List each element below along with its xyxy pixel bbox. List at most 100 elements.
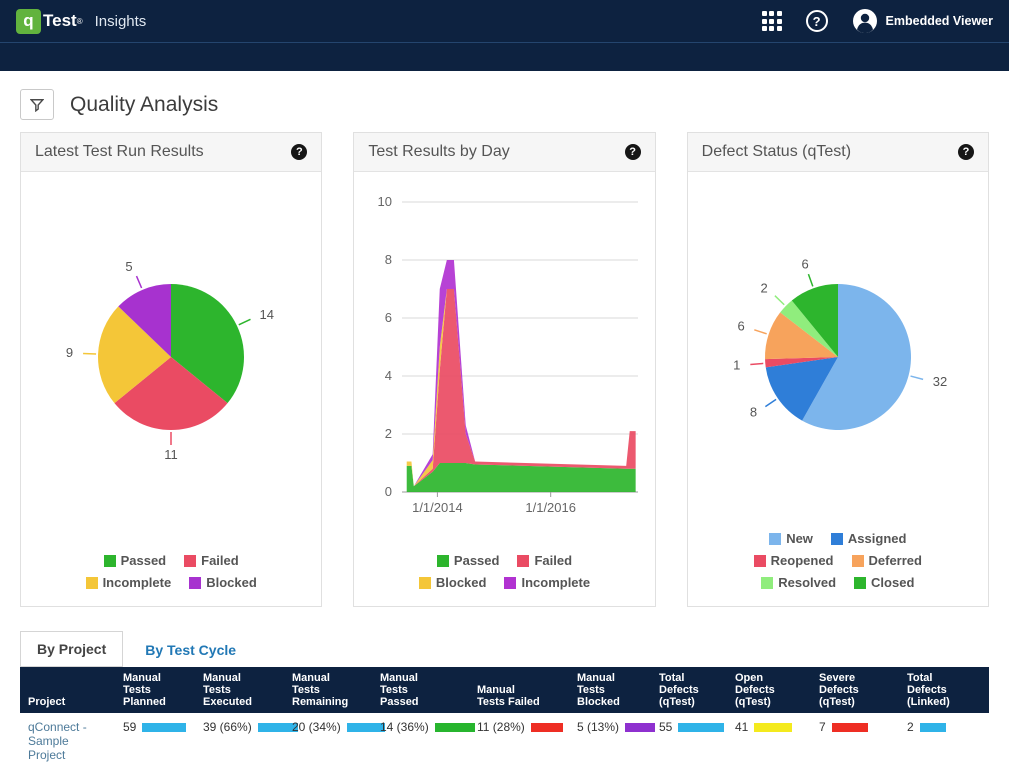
metric-value: 55 — [659, 720, 672, 734]
legend-item-deferred[interactable]: Deferred — [852, 553, 922, 568]
legend-label: Failed — [201, 553, 239, 568]
column-header[interactable]: Project — [20, 667, 115, 713]
metric-bar — [347, 723, 385, 732]
legend-label: Failed — [534, 553, 572, 568]
svg-text:2: 2 — [760, 281, 767, 296]
column-header[interactable]: Manual Tests Blocked — [569, 667, 651, 713]
svg-text:11: 11 — [164, 447, 178, 462]
metric-cell: 14 (36%) — [372, 713, 469, 769]
legend-item-failed[interactable]: Failed — [184, 553, 239, 568]
column-header[interactable]: Open Defects (qTest) — [727, 667, 811, 713]
legend-swatch-icon — [517, 555, 529, 567]
metric-cell: 5 (13%) — [569, 713, 651, 769]
app-name: Insights — [95, 13, 147, 30]
pie-chart[interactable]: 141195 — [21, 172, 321, 524]
title-row: Quality Analysis — [20, 89, 1009, 120]
legend-label: Incomplete — [521, 575, 590, 590]
table-tabs: By Project By Test Cycle — [20, 631, 1009, 667]
help-icon[interactable]: ? — [806, 10, 828, 32]
column-header[interactable]: Manual Tests Failed — [469, 667, 569, 713]
legend-label: Blocked — [436, 575, 487, 590]
card-title: Latest Test Run Results — [35, 143, 204, 161]
legend-item-passed[interactable]: Passed — [437, 553, 500, 568]
card-help-icon[interactable]: ? — [625, 144, 641, 160]
svg-text:2: 2 — [385, 426, 392, 441]
metric-bar — [625, 723, 655, 732]
chart-legend: Passed Failed Blocked Incomplete — [354, 546, 654, 606]
tab-by-test-cycle[interactable]: By Test Cycle — [133, 633, 248, 667]
svg-text:5: 5 — [126, 259, 133, 274]
legend-swatch-icon — [854, 577, 866, 589]
metric-value: 39 (66%) — [203, 720, 252, 734]
svg-text:32: 32 — [933, 374, 947, 389]
legend-label: Blocked — [206, 575, 257, 590]
legend-label: Resolved — [778, 575, 836, 590]
legend-swatch-icon — [754, 555, 766, 567]
legend-item-incomplete[interactable]: Incomplete — [86, 575, 172, 590]
metric-value: 7 — [819, 720, 826, 734]
legend-row: Passed Failed — [360, 553, 648, 568]
funnel-icon — [30, 98, 44, 112]
legend-swatch-icon — [831, 533, 843, 545]
legend-item-resolved[interactable]: Resolved — [761, 575, 836, 590]
legend-label: Closed — [871, 575, 914, 590]
legend-item-new[interactable]: New — [769, 531, 813, 546]
legend-item-reopened[interactable]: Reopened — [754, 553, 834, 568]
navbar-right: ? Embedded Viewer — [762, 8, 993, 34]
column-header[interactable]: Manual Tests Planned — [115, 667, 195, 713]
column-header[interactable]: Severe Defects (qTest) — [811, 667, 899, 713]
legend-item-incomplete[interactable]: Incomplete — [504, 575, 590, 590]
sub-navbar — [0, 42, 1009, 71]
chart-legend: New Assigned Reopened Deferred Resolved Close… — [688, 524, 988, 606]
metric-bar — [754, 723, 792, 732]
legend-label: Assigned — [848, 531, 907, 546]
metric-value: 14 (36%) — [380, 720, 429, 734]
legend-swatch-icon — [761, 577, 773, 589]
card-help-icon[interactable]: ? — [958, 144, 974, 160]
legend-item-closed[interactable]: Closed — [854, 575, 914, 590]
legend-item-passed[interactable]: Passed — [104, 553, 167, 568]
card-header: Defect Status (qTest) ? — [688, 133, 988, 172]
metric-bar — [531, 723, 563, 732]
card-header: Latest Test Run Results ? — [21, 133, 321, 172]
legend-label: Incomplete — [103, 575, 172, 590]
area-chart[interactable]: 02468101/1/20141/1/2016 — [354, 172, 654, 524]
filter-button[interactable] — [20, 89, 54, 120]
legend-item-assigned[interactable]: Assigned — [831, 531, 907, 546]
tab-by-project[interactable]: By Project — [20, 631, 123, 667]
column-header[interactable]: Manual Tests Remaining — [284, 667, 372, 713]
column-header[interactable]: Manual Tests Executed — [195, 667, 284, 713]
column-header[interactable]: Total Defects (Linked) — [899, 667, 989, 713]
legend-swatch-icon — [419, 577, 431, 589]
metric-bar — [920, 723, 946, 732]
card-help-icon[interactable]: ? — [291, 144, 307, 160]
legend-label: Deferred — [869, 553, 922, 568]
project-table-body: qConnect - Sample Project5939 (66%)20 (3… — [20, 713, 989, 769]
legend-label: Passed — [454, 553, 500, 568]
svg-text:1/1/2014: 1/1/2014 — [413, 500, 464, 515]
svg-text:6: 6 — [385, 310, 392, 325]
pie-chart[interactable]: 3281626 — [688, 172, 988, 524]
column-header[interactable]: Total Defects (qTest) — [651, 667, 727, 713]
metric-value: 11 (28%) — [477, 720, 525, 734]
metric-value: 5 (13%) — [577, 720, 619, 734]
user-menu[interactable]: Embedded Viewer — [852, 8, 993, 34]
project-name-link[interactable]: qConnect - Sample Project — [20, 713, 115, 769]
legend-item-blocked[interactable]: Blocked — [419, 575, 487, 590]
chart-legend: Passed Failed Incomplete Blocked — [21, 546, 321, 606]
legend-swatch-icon — [769, 533, 781, 545]
legend-swatch-icon — [852, 555, 864, 567]
legend-row: Resolved Closed — [694, 575, 982, 590]
legend-swatch-icon — [437, 555, 449, 567]
metric-bar — [435, 723, 475, 732]
qtest-logo[interactable]: q Test ® — [16, 9, 83, 34]
legend-item-blocked[interactable]: Blocked — [189, 575, 257, 590]
column-header[interactable]: Manual Tests Passed — [372, 667, 469, 713]
legend-item-failed[interactable]: Failed — [517, 553, 572, 568]
svg-text:0: 0 — [385, 484, 392, 499]
qtest-logo-text: Test — [43, 11, 77, 31]
svg-text:4: 4 — [385, 368, 392, 383]
svg-text:9: 9 — [66, 345, 73, 360]
card-title: Defect Status (qTest) — [702, 143, 851, 161]
apps-grid-icon[interactable] — [762, 11, 782, 31]
